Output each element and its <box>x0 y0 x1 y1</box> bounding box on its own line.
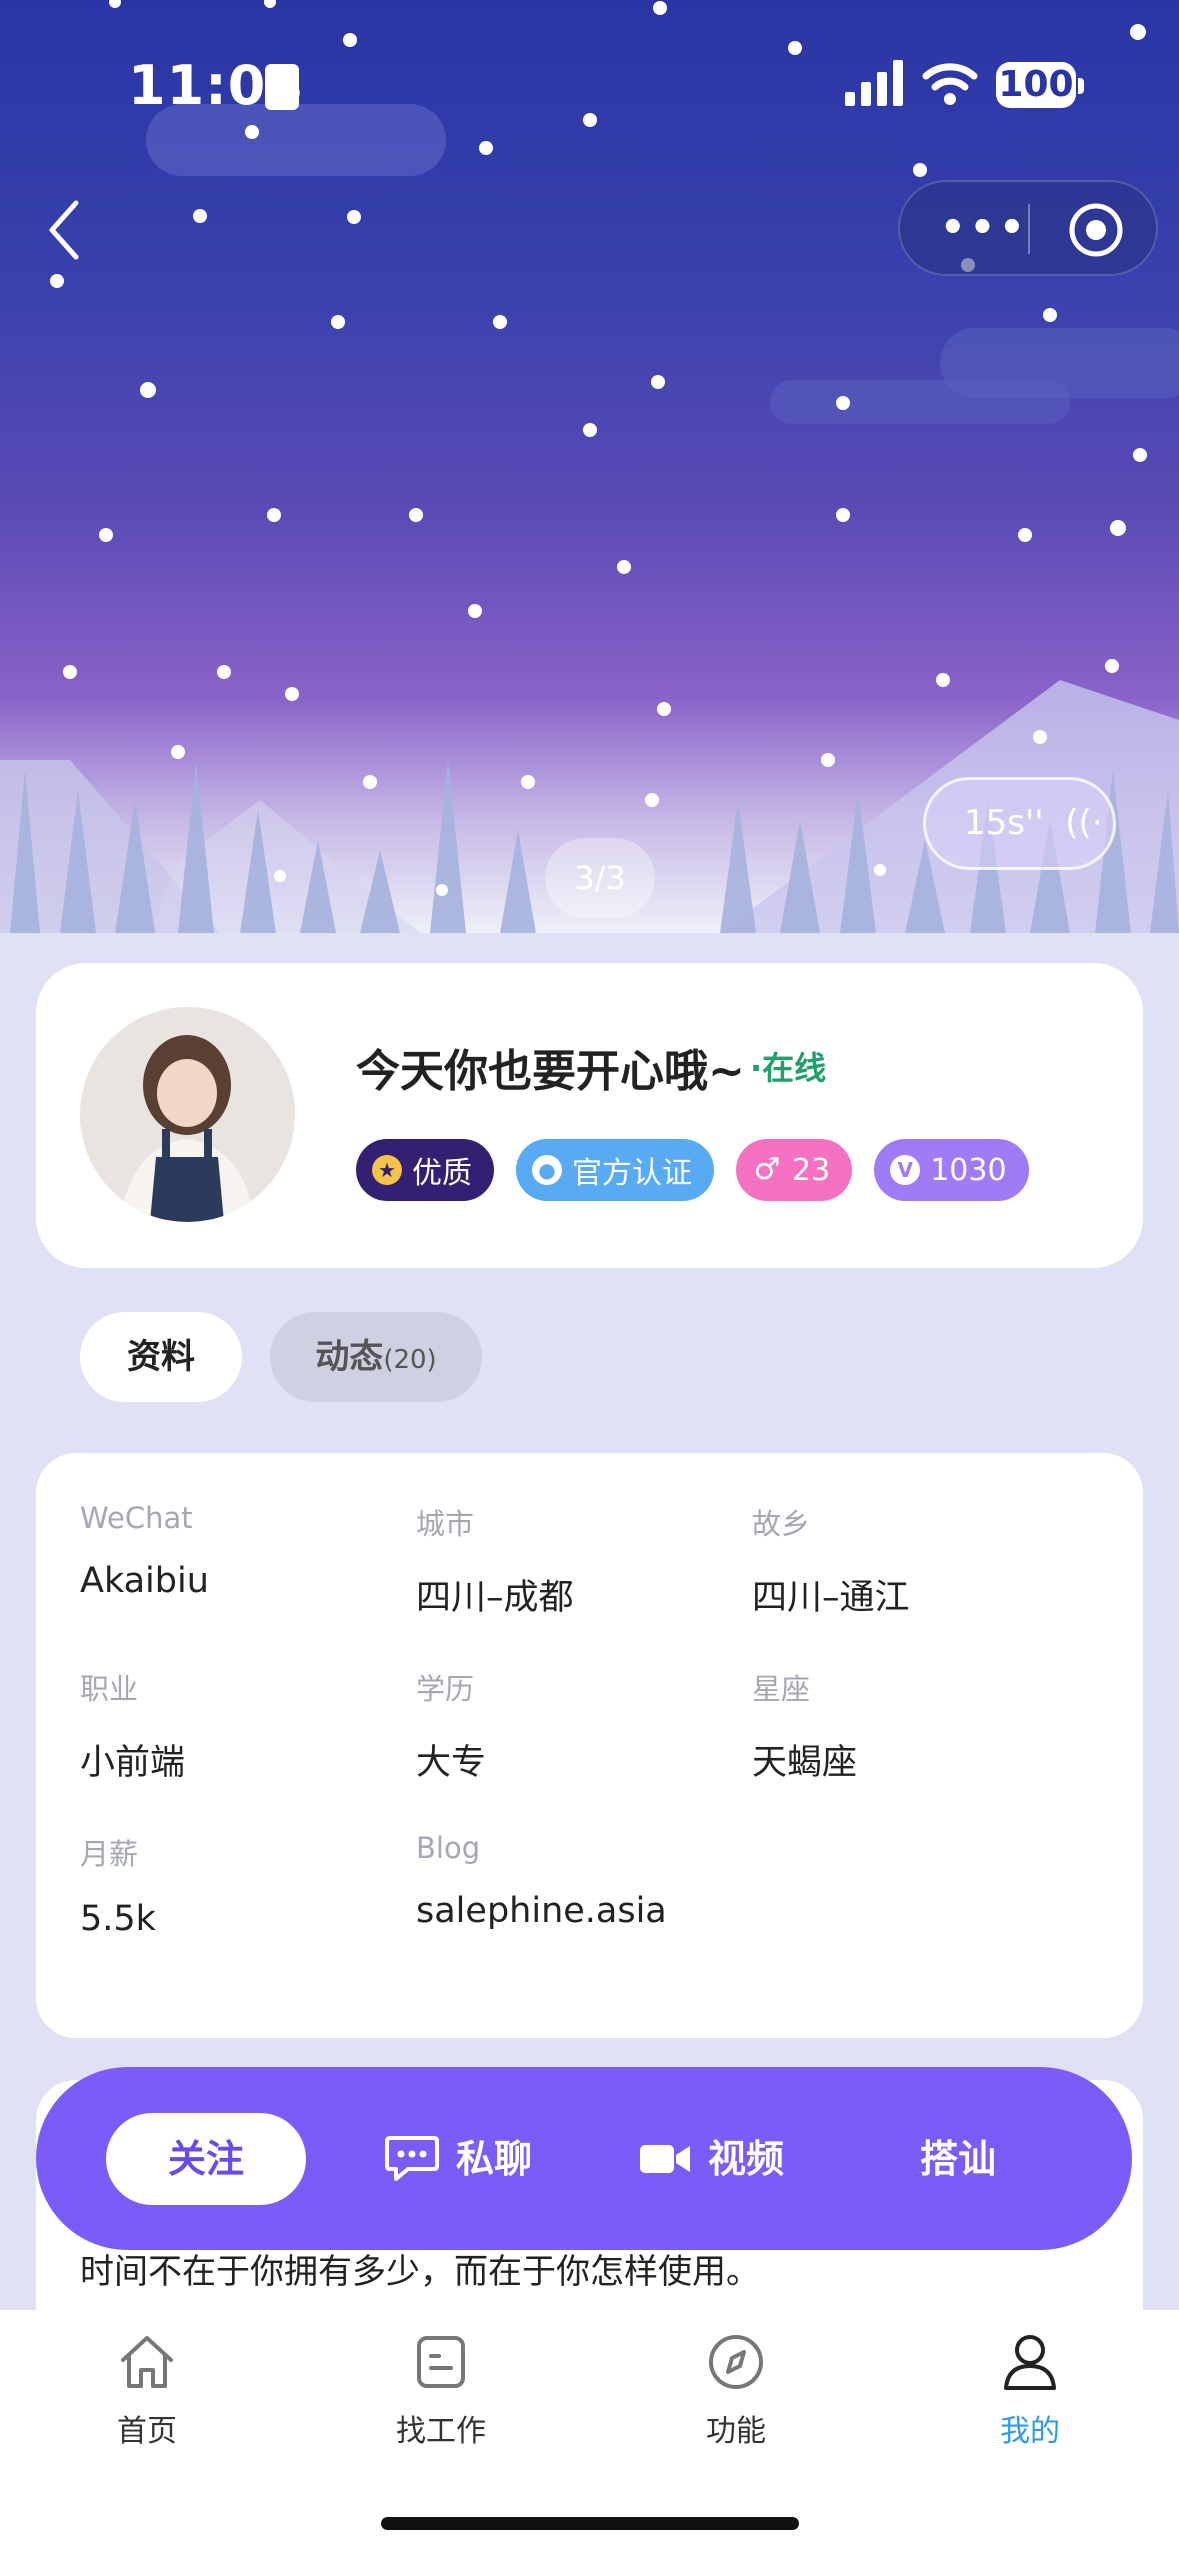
info-label: 月薪 <box>80 1837 139 1871</box>
info-field-blog: Blog salephine.asia <box>416 1831 667 1931</box>
info-value: 天蝎座 <box>752 1743 858 1783</box>
info-value[interactable]: salephine.asia <box>416 1891 667 1931</box>
chat-bubble-icon <box>385 2136 439 2181</box>
nav-features[interactable]: 功能 <box>636 2330 836 2450</box>
info-value: 四川–通江 <box>752 1578 910 1618</box>
nav-mine-label: 我的 <box>1000 2414 1060 2449</box>
action-bar: 关注 私聊 视频 搭讪 <box>36 2067 1132 2250</box>
info-label: 故乡 <box>752 1507 811 1541</box>
verified-badge-label: 官方认证 <box>572 1156 692 1191</box>
greet-button-label: 搭讪 <box>920 2137 997 2181</box>
nav-home-label: 首页 <box>117 2414 177 2449</box>
info-value: 大专 <box>416 1743 487 1783</box>
user-icon <box>1004 2335 1056 2390</box>
age-badge-label: 23 <box>792 1152 831 1188</box>
info-value: Akaibiu <box>80 1561 209 1601</box>
voice-timer-label: 15s'' <box>964 803 1044 843</box>
verified-user-icon: ● <box>532 1155 562 1185</box>
info-field-job: 职业 小前端 <box>80 1666 185 1785</box>
info-label: Blog <box>416 1831 481 1865</box>
miniprogram-capsule: ••• <box>898 180 1158 276</box>
signal-icon <box>845 60 903 106</box>
age-badge: ♂ 23 <box>736 1139 853 1201</box>
v-icon: V <box>890 1155 921 1185</box>
nav-features-label: 功能 <box>706 2414 766 2449</box>
info-label: 学历 <box>416 1672 475 1706</box>
verified-badge: ● 官方认证 <box>516 1139 714 1201</box>
profile-badges: ★ 优质 ● 官方认证 ♂ 23 V 1030 <box>356 1139 1029 1201</box>
info-label: 职业 <box>80 1672 139 1706</box>
tab-moments[interactable]: 动态(20) <box>270 1312 482 1402</box>
info-value: 5.5k <box>80 1899 156 1939</box>
back-arrow-icon[interactable] <box>40 195 90 265</box>
tab-profile-info-label: 资料 <box>127 1337 195 1377</box>
id-card-icon <box>265 64 299 110</box>
status-bar: 11:03 100 <box>0 0 1179 170</box>
home-indicator <box>381 2517 799 2530</box>
info-label: 城市 <box>416 1507 475 1541</box>
follow-button[interactable]: 关注 <box>106 2113 306 2205</box>
info-field-education: 学历 大专 <box>416 1666 486 1785</box>
close-target-icon[interactable] <box>1068 202 1124 258</box>
info-value: 小前端 <box>80 1743 186 1783</box>
home-icon <box>121 2336 173 2388</box>
male-icon: ♂ <box>753 1152 781 1187</box>
video-button[interactable]: 视频 <box>638 2113 784 2205</box>
info-field-hometown: 故乡 四川–通江 <box>752 1501 910 1620</box>
online-status: ·在线 <box>750 1049 827 1087</box>
info-field-salary: 月薪 5.5k <box>80 1831 156 1939</box>
nav-home[interactable]: 首页 <box>47 2330 247 2450</box>
chat-button-label: 私聊 <box>456 2137 533 2181</box>
info-field-zodiac: 星座 天蝎座 <box>752 1666 857 1785</box>
video-camera-icon <box>640 2145 690 2173</box>
greet-button[interactable]: 搭讪 <box>920 2113 996 2205</box>
info-card: WeChat Akaibiu 城市 四川–成都 故乡 四川–通江 职业 小前端 … <box>36 1453 1143 2038</box>
profile-card: 今天你也要开心哦~ ·在线 ★ 优质 ● 官方认证 ♂ 23 V 1030 <box>36 963 1143 1268</box>
nav-jobs[interactable]: 找工作 <box>341 2330 541 2450</box>
info-label: 星座 <box>752 1672 811 1706</box>
compass-icon <box>709 2335 763 2389</box>
job-icon <box>417 2336 465 2388</box>
info-value: 四川–成都 <box>416 1578 574 1618</box>
video-button-label: 视频 <box>708 2137 785 2181</box>
star-icon: ★ <box>372 1155 402 1185</box>
hero-banner: 11:03 100 ••• 15s'' ((· 3/3 <box>0 0 1179 933</box>
sound-wave-icon: ((· <box>1054 803 1103 843</box>
nav-jobs-label: 找工作 <box>396 2414 486 2449</box>
chat-button[interactable]: 私聊 <box>384 2113 532 2205</box>
info-field-city: 城市 四川–成都 <box>416 1501 574 1620</box>
wifi-icon <box>922 63 978 105</box>
level-badge-label: 1030 <box>930 1152 1007 1188</box>
info-field-wechat: WeChat Akaibiu <box>80 1501 209 1601</box>
tab-moments-count: (20) <box>383 1345 437 1375</box>
quality-badge: ★ 优质 <box>356 1139 494 1201</box>
photo-pager: 3/3 <box>545 838 655 918</box>
avatar[interactable] <box>80 1007 295 1222</box>
signature-text: 时间不在于你拥有多少，而在于你怎样使用。 <box>80 2252 760 2292</box>
level-badge: V 1030 <box>874 1139 1029 1201</box>
tab-moments-label: 动态 <box>315 1337 384 1377</box>
tab-profile-info[interactable]: 资料 <box>80 1312 242 1402</box>
battery-tip <box>1078 78 1084 94</box>
more-icon[interactable]: ••• <box>940 208 1029 248</box>
nav-mine[interactable]: 我的 <box>930 2330 1130 2450</box>
quality-badge-label: 优质 <box>412 1156 472 1191</box>
profile-nickname: 今天你也要开心哦~ <box>356 1046 745 1097</box>
info-label: WeChat <box>80 1501 193 1535</box>
voice-timer-button[interactable]: 15s'' ((· <box>923 777 1116 870</box>
capsule-divider <box>1028 204 1030 254</box>
battery-indicator: 100 <box>996 62 1076 108</box>
